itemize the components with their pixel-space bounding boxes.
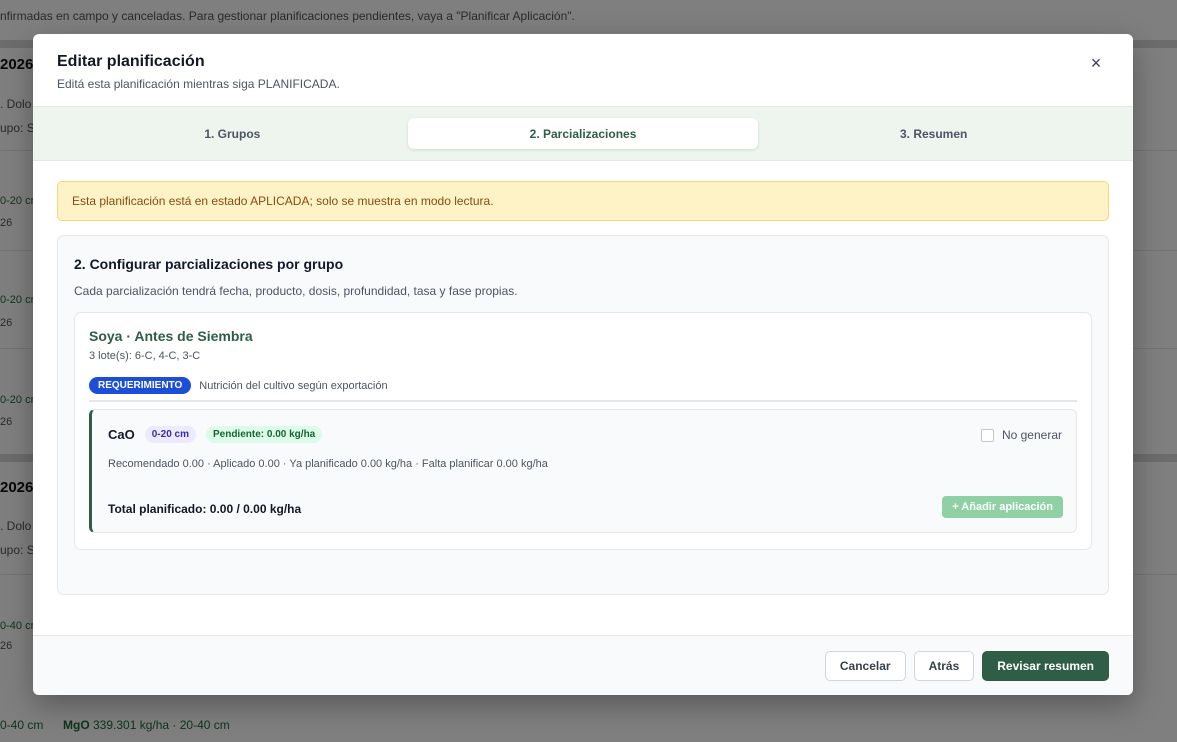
nutrient-name: CaO (108, 427, 135, 442)
requirement-row: REQUERIMIENTO Nutrición del cultivo segú… (89, 377, 1077, 402)
group-lots: 3 lote(s): 6-C, 4-C, 3-C (89, 350, 201, 362)
nutrient-stats: Recomendado 0.00 · Aplicado 0.00 · Ya pl… (108, 458, 548, 470)
add-application-button[interactable]: + Añadir aplicación (942, 496, 1063, 518)
section-title: 2. Configurar parcializaciones por grupo (74, 256, 344, 272)
requirement-badge: REQUERIMIENTO (89, 377, 192, 394)
group-card: Soya · Antes de Siembra 3 lote(s): 6-C, … (74, 312, 1092, 550)
partitions-section: 2. Configurar parcializaciones por grupo… (57, 235, 1109, 595)
section-description: Cada parcialización tendrá fecha, produc… (74, 284, 518, 298)
review-summary-button[interactable]: Revisar resumen (982, 650, 1109, 681)
no-generate-toggle[interactable]: No generar (980, 428, 1062, 442)
modal-footer: Cancelar Atrás Revisar resumen (33, 635, 1133, 695)
nutrient-card: CaO 0-20 cm Pendiente: 0.00 kg/ha No gen… (89, 409, 1077, 533)
step-groups[interactable]: 1. Grupos (57, 118, 408, 149)
edit-planning-modal: Editar planificación Editá esta planific… (33, 34, 1133, 695)
step-summary[interactable]: 3. Resumen (758, 118, 1109, 149)
no-generate-checkbox[interactable] (980, 428, 994, 442)
nutrient-total: Total planificado: 0.00 / 0.00 kg/ha (108, 502, 302, 516)
pending-chip: Pendiente: 0.00 kg/ha (205, 426, 323, 443)
no-generate-label: No generar (1001, 428, 1062, 442)
modal-body: Esta planificación está en estado APLICA… (33, 161, 1133, 595)
requirement-description: Nutrición del cultivo según exportación (199, 379, 388, 392)
depth-chip: 0-20 cm (144, 426, 196, 443)
group-title: Soya · Antes de Siembra (89, 328, 253, 344)
modal-subtitle: Editá esta planificación mientras siga P… (57, 77, 340, 91)
step-partitions[interactable]: 2. Parcializaciones (407, 118, 759, 149)
stepper: 1. Grupos 2. Parcializaciones 3. Resumen (33, 107, 1133, 161)
nutrient-header: CaO 0-20 cm Pendiente: 0.00 kg/ha (108, 426, 1062, 443)
readonly-alert: Esta planificación está en estado APLICA… (57, 181, 1109, 221)
modal-header: Editar planificación Editá esta planific… (33, 34, 1133, 107)
modal-title: Editar planificación (57, 53, 205, 70)
back-button[interactable]: Atrás (913, 650, 975, 681)
close-icon[interactable]: × (1085, 52, 1107, 74)
cancel-button[interactable]: Cancelar (824, 650, 906, 681)
